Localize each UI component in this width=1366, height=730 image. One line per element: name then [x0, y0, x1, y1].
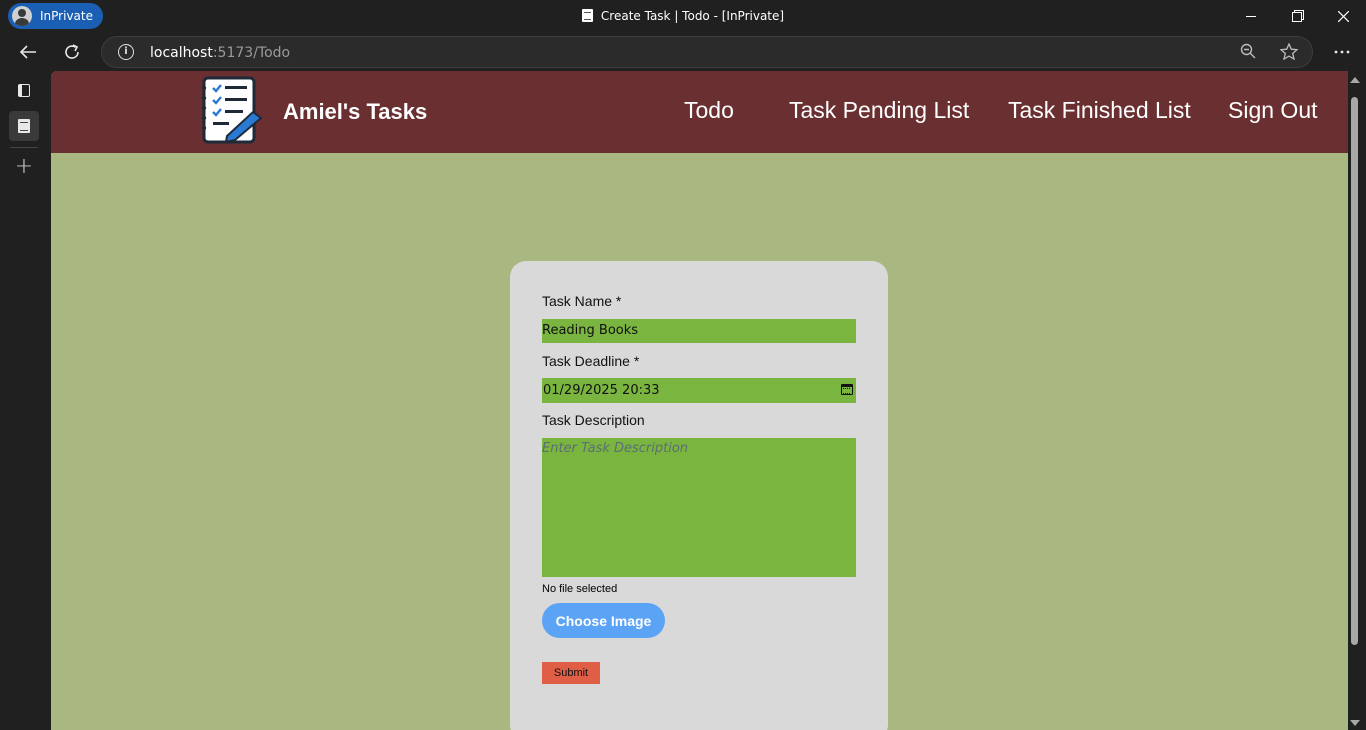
task-name-label: Task Name * [542, 293, 622, 309]
nav-todo[interactable]: Todo [684, 97, 734, 124]
window-title-text: Create Task | Todo - [InPrivate] [600, 9, 785, 23]
browser-toolbar: i localhost:5173/Todo [0, 33, 1366, 71]
tab-strip-divider [10, 147, 38, 148]
file-status-text: No file selected [542, 583, 618, 595]
page-icon [18, 119, 30, 133]
create-task-form: Task Name * Reading Books Task Deadline … [510, 261, 888, 730]
site-info-icon[interactable]: i [118, 44, 134, 60]
favorite-button[interactable] [1279, 42, 1299, 64]
nav-task-pending-list[interactable]: Task Pending List [789, 97, 969, 124]
task-list-logo-icon [201, 76, 263, 144]
task-deadline-input[interactable]: 01/29/2025 20:33 [542, 378, 856, 403]
close-window-button[interactable] [1320, 0, 1366, 33]
back-button[interactable] [14, 38, 42, 66]
scrollbar-thumb[interactable] [1351, 97, 1358, 645]
task-deadline-label: Task Deadline * [542, 353, 640, 369]
tab-actions-icon [18, 83, 30, 97]
close-icon [1337, 11, 1349, 22]
submit-button[interactable]: Submit [542, 662, 600, 684]
task-deadline-value: 01/29/2025 20:33 [543, 383, 660, 398]
nav-sign-out[interactable]: Sign Out [1228, 97, 1318, 124]
zoom-out-icon [1240, 43, 1256, 59]
nav-task-finished-list[interactable]: Task Finished List [1008, 97, 1191, 124]
restore-button[interactable] [1274, 0, 1320, 33]
window-title: Create Task | Todo - [InPrivate] [0, 9, 1366, 23]
star-icon [1279, 42, 1299, 61]
calendar-icon[interactable] [841, 384, 853, 395]
tab-create-task[interactable] [9, 111, 39, 141]
browser-menu-button[interactable] [1328, 38, 1356, 66]
scroll-up-arrow-icon[interactable] [1350, 77, 1360, 83]
back-arrow-icon [19, 45, 36, 59]
url-host: localhost [150, 45, 213, 61]
app-header: Amiel's Tasks Todo Task Pending List Tas… [51, 71, 1348, 153]
zoom-button[interactable] [1240, 43, 1256, 63]
tab-actions-button[interactable] [9, 75, 39, 105]
url-path: :5173/Todo [212, 45, 291, 61]
task-name-input[interactable]: Reading Books [542, 319, 856, 343]
new-tab-button[interactable]: + [9, 151, 39, 181]
task-description-textarea[interactable]: Enter Task Description [542, 438, 856, 577]
url-text[interactable]: localhost:5173/Todo [150, 45, 290, 61]
minimize-button[interactable] [1228, 0, 1274, 33]
refresh-button[interactable] [58, 38, 86, 66]
address-bar[interactable]: i localhost:5173/Todo [101, 36, 1313, 68]
plus-icon: + [14, 153, 34, 179]
scroll-down-arrow-icon[interactable] [1350, 720, 1360, 726]
page-viewport: Amiel's Tasks Todo Task Pending List Tas… [51, 71, 1348, 730]
more-options-icon [1334, 50, 1350, 54]
page-favicon-icon [581, 9, 593, 22]
window-controls [1228, 0, 1366, 33]
choose-image-button[interactable]: Choose Image [542, 603, 665, 638]
task-description-label: Task Description [542, 412, 645, 428]
brand-title[interactable]: Amiel's Tasks [283, 99, 427, 125]
vertical-tab-strip: + [0, 71, 48, 730]
page-scrollbar[interactable] [1348, 71, 1366, 730]
browser-title-bar: InPrivate Create Task | Todo - [InPrivat… [0, 0, 1366, 33]
task-description-placeholder: Enter Task Description [542, 441, 689, 456]
refresh-icon [65, 44, 79, 59]
